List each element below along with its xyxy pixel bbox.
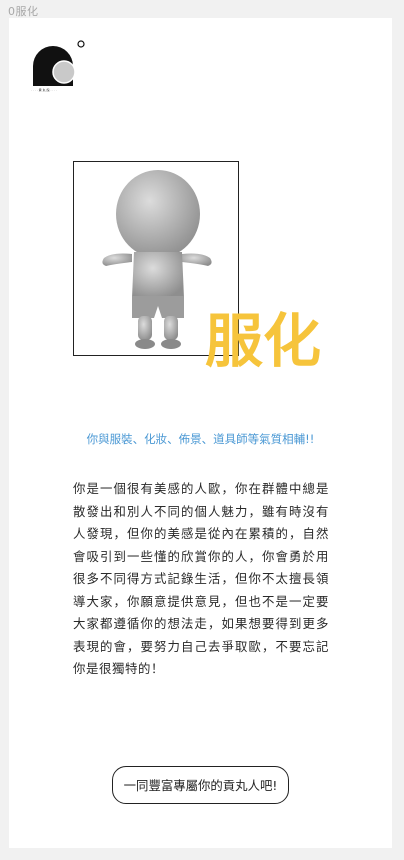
- customize-button[interactable]: 一同豐富專屬你的貢丸人吧!: [112, 766, 289, 804]
- role-subtitle: 你與服裝、化妝、佈景、道具師等氣質相輔!!: [86, 432, 315, 446]
- logo-caption: · · · · 貢 丸 館 · · · ·: [31, 88, 58, 92]
- role-title: 服化: [205, 307, 322, 375]
- role-description: 你是一個很有美感的人歐，你在群體中總是散發出和別人不同的個人魅力，雖有時沒有人發…: [73, 481, 329, 676]
- character-figure-icon: [102, 170, 212, 349]
- result-card: · · · · 貢 丸 館 · · · · 服化 你與服裝、化妝、佈景、道具師等…: [9, 18, 392, 848]
- window-title: 0服化: [8, 5, 39, 18]
